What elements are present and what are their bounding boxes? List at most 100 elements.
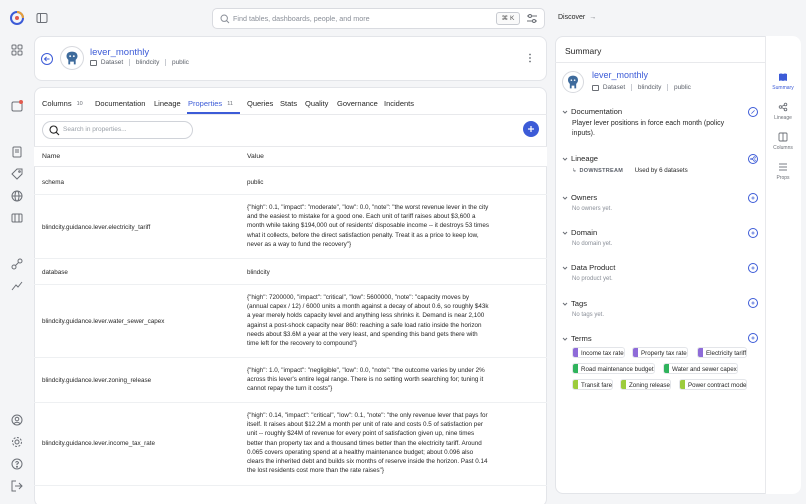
section-tags-title[interactable]: Tags — [571, 299, 587, 308]
help-icon[interactable] — [11, 458, 23, 470]
chevron-down-icon[interactable] — [562, 195, 568, 201]
data-product-empty: No product yet. — [572, 276, 613, 282]
domain-empty: No domain yet. — [572, 241, 613, 247]
arrow-right-icon: → — [589, 14, 597, 21]
tab-lineage[interactable]: Lineage — [154, 99, 181, 108]
rail-columns[interactable]: Columns — [765, 132, 801, 151]
inbox-icon[interactable] — [11, 100, 23, 112]
chevron-down-icon[interactable] — [562, 230, 568, 236]
add-owner-icon[interactable] — [748, 193, 758, 203]
lineage-graph-icon[interactable] — [748, 154, 758, 164]
chevron-down-icon[interactable] — [562, 109, 568, 115]
app-logo[interactable] — [10, 11, 24, 25]
glossary-term-chip[interactable]: Electricity tariff — [697, 347, 748, 358]
rail-props[interactable]: Props — [765, 162, 801, 181]
back-arrow-icon[interactable] — [41, 53, 53, 65]
filter-sliders-icon[interactable] — [526, 13, 538, 24]
tab-documentation-label: Documentation — [95, 99, 146, 108]
term-color-bar — [664, 364, 669, 373]
rail-summary[interactable]: Summary — [765, 72, 801, 91]
glossary-term-chip[interactable]: Water and sewer capex — [663, 363, 738, 374]
summary-entity-meta: Dataset blindcity public — [592, 84, 691, 91]
rail-summary-label: Summary — [772, 85, 794, 91]
property-value: public — [247, 179, 264, 186]
tab-documentation[interactable]: Documentation — [95, 99, 145, 108]
chevron-down-icon[interactable] — [562, 265, 568, 271]
section-data-product-title[interactable]: Data Product — [571, 263, 615, 272]
row-divider — [34, 402, 547, 403]
tab-governance[interactable]: Governance — [337, 99, 378, 108]
tab-quality[interactable]: Quality — [305, 99, 328, 108]
tab-incidents-label: Incidents — [384, 99, 415, 108]
tab-stats-label: Stats — [280, 99, 298, 108]
summary-title: Summary — [565, 46, 602, 56]
rail-lineage[interactable]: Lineage — [765, 102, 801, 121]
discover-link[interactable]: Discover → — [558, 14, 596, 21]
chevron-down-icon[interactable] — [562, 301, 568, 307]
add-domain-icon[interactable] — [748, 228, 758, 238]
property-name: blindcity.guidance.lever.zoning_release — [42, 377, 152, 384]
summary-platform[interactable]: blindcity — [638, 84, 661, 91]
section-lineage-title[interactable]: Lineage — [571, 154, 598, 163]
tab-quality-label: Quality — [305, 99, 329, 108]
rail-lineage-label: Lineage — [774, 115, 792, 121]
sign-out-icon[interactable] — [11, 480, 23, 492]
term-label: Property tax rate — [641, 350, 687, 357]
tab-columns[interactable]: Columns 10 — [42, 99, 83, 108]
section-domain-title[interactable]: Domain — [571, 228, 597, 237]
more-options-icon[interactable] — [528, 53, 532, 63]
global-search-bar[interactable]: Find tables, dashboards, people, and mor… — [212, 8, 545, 29]
lineage-downstream[interactable]: ↳ DOWNSTREAM Used by 6 datasets — [572, 167, 688, 174]
analytics-icon[interactable] — [11, 280, 23, 292]
summary-divider — [555, 62, 765, 63]
tag-icon[interactable] — [11, 168, 23, 180]
properties-search-placeholder: Search in properties... — [63, 126, 127, 133]
glossary-term-chip[interactable]: Income tax rate — [572, 347, 625, 358]
domains-icon[interactable] — [11, 190, 23, 202]
glossary-term-chip[interactable]: Zoning release — [620, 379, 671, 390]
search-shortcut-badge: ⌘ K — [496, 12, 520, 25]
account-icon[interactable] — [11, 414, 23, 426]
section-owners-title[interactable]: Owners — [571, 193, 597, 202]
entity-container[interactable]: public — [172, 59, 189, 66]
term-color-bar — [680, 380, 685, 389]
section-documentation-title[interactable]: Documentation — [571, 107, 622, 116]
home-grid-icon[interactable] — [11, 44, 23, 56]
downstream-arrow-icon: ↳ — [572, 168, 577, 174]
ingestion-icon[interactable] — [11, 258, 23, 270]
entity-platform[interactable]: blindcity — [136, 59, 159, 66]
tab-properties-count: 11 — [227, 101, 233, 107]
platform-logo-icon — [60, 46, 84, 70]
summary-entity-title[interactable]: lever_monthly — [592, 70, 648, 80]
add-tag-icon[interactable] — [748, 298, 758, 308]
properties-search-input[interactable]: Search in properties... — [42, 121, 193, 139]
edit-pencil-icon[interactable] — [748, 107, 758, 117]
glossary-icon[interactable] — [11, 146, 23, 158]
glossary-term-chip[interactable]: Transit fare — [572, 379, 614, 390]
tab-stats[interactable]: Stats — [280, 99, 297, 108]
term-label: Water and sewer capex — [672, 366, 737, 373]
glossary-term-chip[interactable]: Power contract mode — [679, 379, 748, 390]
section-terms-title[interactable]: Terms — [571, 334, 592, 343]
sidebar-toggle-icon[interactable] — [36, 12, 48, 24]
add-term-icon[interactable] — [748, 333, 758, 343]
tab-columns-count: 10 — [76, 101, 83, 107]
owners-empty: No owners yet. — [572, 206, 613, 212]
glossary-term-chip[interactable]: Property tax rate — [632, 347, 688, 358]
chevron-down-icon[interactable] — [562, 336, 568, 342]
tab-queries[interactable]: Queries — [247, 99, 273, 108]
settings-gear-icon[interactable] — [11, 436, 23, 448]
summary-container[interactable]: public — [674, 84, 691, 91]
property-value: {"high": 7200000, "impact": "critical", … — [247, 294, 489, 348]
term-label: Electricity tariff — [706, 350, 747, 357]
column-header-name: Name — [42, 153, 61, 160]
tab-incidents[interactable]: Incidents — [384, 99, 414, 108]
data-products-icon[interactable] — [11, 212, 23, 224]
glossary-term-chip[interactable]: Road maintenance budget — [572, 363, 655, 374]
chevron-down-icon[interactable] — [562, 156, 568, 162]
add-property-button[interactable] — [523, 121, 539, 137]
tab-lineage-label: Lineage — [154, 99, 181, 108]
entity-title[interactable]: lever_monthly — [90, 47, 149, 58]
tab-properties[interactable]: Properties 11 — [188, 99, 233, 108]
add-data-product-icon[interactable] — [748, 263, 758, 273]
